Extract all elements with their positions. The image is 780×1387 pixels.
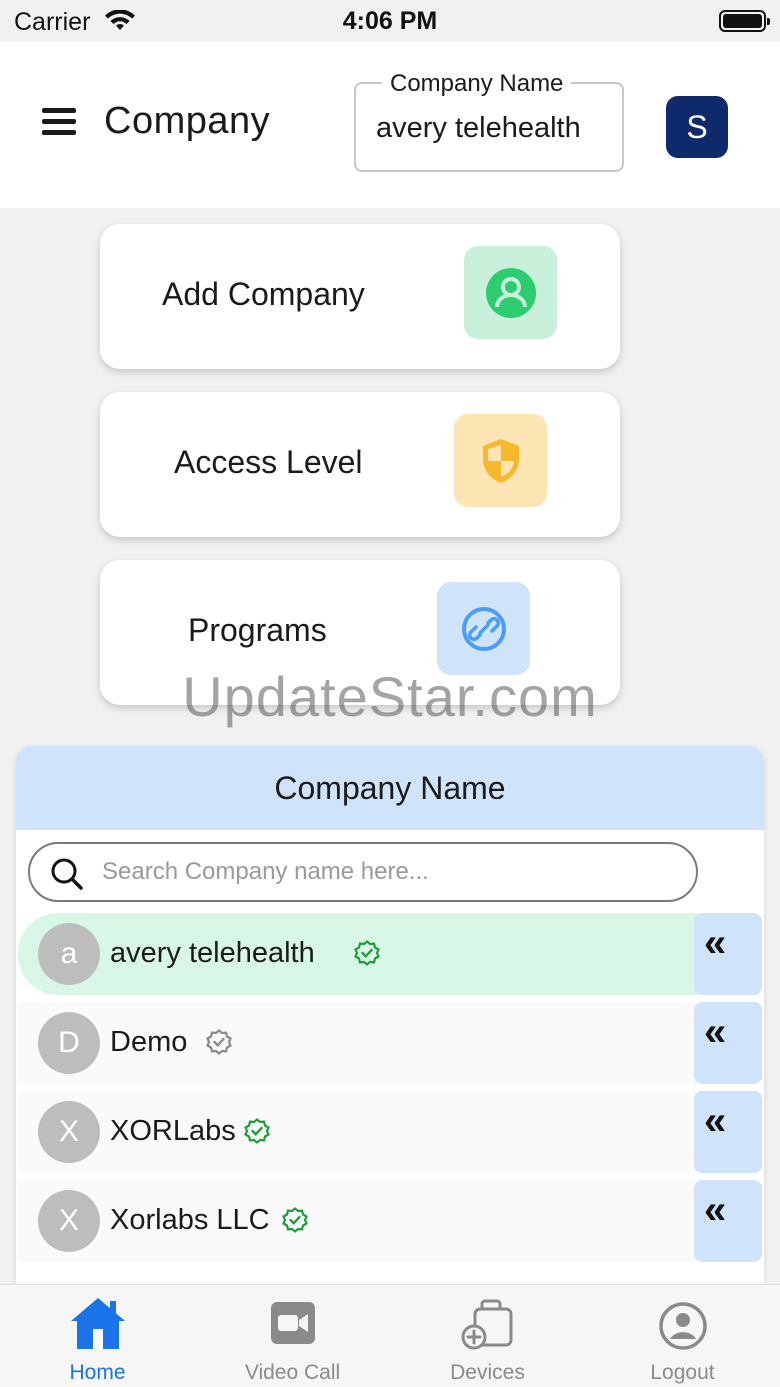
- access-level-tile: [454, 414, 547, 507]
- company-row[interactable]: D Demo «: [16, 1002, 764, 1084]
- tab-label: Devices: [450, 1361, 525, 1384]
- company-name: Xorlabs LLC: [110, 1204, 270, 1236]
- access-level-card[interactable]: Access Level: [100, 392, 620, 537]
- page-title: Company: [104, 100, 271, 142]
- expand-company-button[interactable]: «: [694, 1180, 762, 1262]
- company-field-label: Company Name: [382, 70, 572, 98]
- company-avatar: a: [38, 923, 100, 985]
- shield-icon: [482, 438, 519, 483]
- tab-devices[interactable]: Devices: [390, 1285, 585, 1387]
- profile-avatar-button[interactable]: S: [666, 96, 728, 158]
- expand-company-button[interactable]: «: [694, 1091, 762, 1173]
- menu-icon[interactable]: [42, 106, 78, 136]
- verified-badge-icon: [282, 1207, 308, 1233]
- add-company-card[interactable]: Add Company: [100, 224, 620, 369]
- company-avatar: D: [38, 1012, 100, 1074]
- access-level-label: Access Level: [174, 444, 363, 480]
- expand-company-button[interactable]: «: [694, 1002, 762, 1084]
- tab-video-call[interactable]: Video Call: [195, 1285, 390, 1387]
- status-bar: Carrier 4:06 PM: [0, 0, 780, 42]
- battery-icon: [719, 10, 770, 32]
- verified-badge-icon: [244, 1118, 270, 1144]
- devices-icon: [461, 1299, 512, 1350]
- company-avatar: X: [38, 1101, 100, 1163]
- company-name-input[interactable]: [376, 112, 602, 145]
- company-name: Demo: [110, 1026, 188, 1058]
- video-camera-icon: [270, 1302, 315, 1344]
- tab-label: Video Call: [244, 1361, 341, 1384]
- add-company-tile: [464, 246, 557, 339]
- app-header: Company Company Name S: [0, 42, 780, 208]
- company-row[interactable]: X XORLabs «: [16, 1091, 764, 1173]
- user-circle-icon: [658, 1302, 707, 1350]
- user-circle-icon: [485, 267, 536, 318]
- programs-label: Programs: [188, 612, 327, 648]
- clock: 4:06 PM: [342, 7, 438, 35]
- search-icon: [51, 858, 83, 890]
- company-name: avery telehealth: [110, 937, 315, 969]
- company-row[interactable]: X Xorlabs LLC «: [16, 1180, 764, 1262]
- bottom-tab-bar: Home Video Call Devices Logout: [0, 1284, 780, 1387]
- tab-home[interactable]: Home: [0, 1285, 195, 1387]
- panel-title: Company Name: [16, 746, 764, 830]
- double-chevron-left-icon: «: [704, 921, 727, 965]
- programs-tile: [437, 582, 530, 675]
- add-company-label: Add Company: [162, 276, 365, 312]
- tab-logout[interactable]: Logout: [585, 1285, 780, 1387]
- company-search-box[interactable]: [28, 842, 698, 902]
- link-icon: [461, 606, 506, 651]
- tab-label: Logout: [650, 1361, 715, 1384]
- double-chevron-left-icon: «: [704, 1010, 727, 1054]
- verified-badge-icon: [354, 940, 380, 966]
- home-icon: [70, 1298, 125, 1349]
- company-name-field[interactable]: Company Name: [354, 70, 624, 172]
- expand-company-button[interactable]: «: [694, 913, 762, 995]
- double-chevron-left-icon: «: [704, 1099, 727, 1143]
- company-row[interactable]: a avery telehealth «: [16, 913, 764, 995]
- double-chevron-left-icon: «: [704, 1188, 727, 1232]
- unverified-badge-icon: [206, 1029, 232, 1055]
- company-panel: Company Name a avery telehealth « D Demo…: [16, 746, 764, 1287]
- company-avatar: X: [38, 1190, 100, 1252]
- company-name: XORLabs: [110, 1115, 236, 1147]
- tab-label: Home: [69, 1361, 126, 1384]
- company-search-input[interactable]: [102, 858, 682, 886]
- programs-card[interactable]: Programs: [100, 560, 620, 705]
